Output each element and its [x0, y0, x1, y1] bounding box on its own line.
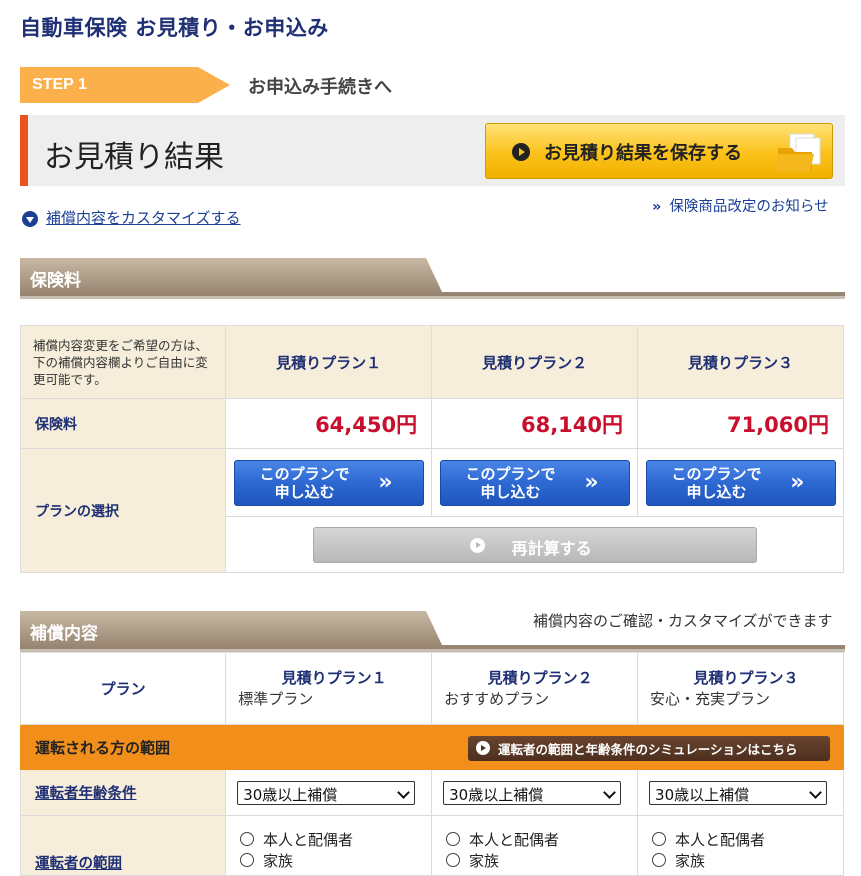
simulation-button[interactable]: 運転者の範囲と年齢条件のシミュレーションはこちら	[468, 736, 830, 761]
plan-subtitle: 標準プラン	[238, 690, 314, 708]
premium-table: 補償内容変更をご希望の方は、下の補償内容欄よりご自由に変更可能です。 見積りプラ…	[19, 325, 844, 573]
chevron-down-icon	[603, 785, 616, 799]
age-cell-1: 30歳以上補償	[225, 769, 433, 816]
radio-family-1[interactable]: 家族	[240, 850, 293, 871]
coverage-section-title: 補償内容	[30, 624, 98, 644]
premium-note: 補償内容変更をご希望の方は、下の補償内容欄よりご自由に変更可能です。	[19, 325, 227, 399]
save-estimate-button[interactable]: お見積り結果を保存する	[485, 123, 833, 179]
premium-section-title: 保険料	[30, 271, 81, 291]
apply-cell-3: このプランで 申し込む »	[637, 448, 844, 517]
apply-cell-1: このプランで 申し込む »	[225, 448, 433, 517]
radio-self-spouse-1[interactable]: 本人と配偶者	[240, 829, 353, 850]
section-tab-shape	[20, 258, 845, 299]
radio-icon	[652, 853, 666, 867]
apply-cell-2: このプランで 申し込む »	[431, 448, 639, 517]
radio-family-3[interactable]: 家族	[652, 850, 705, 871]
plan-header-3: 見積りプラン３	[637, 325, 844, 399]
apply-label-line1: このプランで	[259, 464, 350, 483]
notice-link-label: 保険商品改定のお知らせ	[669, 199, 829, 215]
age-select-value: 30歳以上補償	[243, 785, 338, 804]
coverage-plan-2: 見積りプラン２ おすすめプラン	[431, 652, 639, 725]
radio-icon	[240, 853, 254, 867]
customize-link-label: 補償内容をカスタマイズする	[46, 209, 241, 227]
apply-plan-1-button[interactable]: このプランで 申し込む »	[233, 459, 424, 506]
radio-icon	[652, 832, 666, 846]
result-title: お見積り結果	[44, 140, 224, 175]
plan-name: 見積りプラン１	[281, 669, 387, 687]
double-chevron-icon: »	[378, 469, 393, 495]
recalculate-button[interactable]: 再計算する	[312, 526, 757, 563]
notice-link[interactable]: » 保険商品改定のお知らせ	[652, 195, 829, 216]
coverage-plan-1: 見積りプラン１ 標準プラン	[225, 652, 433, 725]
plan-header-1: 見積りプラン１	[225, 325, 433, 399]
radio-label: 家族	[263, 852, 294, 870]
save-estimate-label: お見積り結果を保存する	[544, 143, 742, 164]
radio-label: 本人と配偶者	[675, 831, 766, 849]
play-icon	[476, 741, 490, 755]
apply-label-line2: 申し込む	[480, 482, 541, 501]
apply-label-line2: 申し込む	[686, 482, 747, 501]
double-chevron-icon: »	[790, 469, 805, 495]
radio-icon	[446, 853, 460, 867]
recalculate-label: 再計算する	[511, 538, 592, 558]
age-select-3[interactable]: 30歳以上補償	[649, 780, 828, 805]
age-select-value: 30歳以上補償	[655, 785, 750, 804]
premium-value-3: 71,060円	[637, 398, 844, 449]
radio-label: 家族	[469, 852, 500, 870]
chevron-down-icon	[22, 211, 38, 227]
step-text: お申込み手続きへ	[248, 77, 392, 98]
age-select-value: 30歳以上補償	[449, 785, 544, 804]
chevron-down-icon	[809, 785, 822, 799]
age-select-2[interactable]: 30歳以上補償	[443, 780, 622, 805]
premium-value-2: 68,140円	[431, 398, 639, 449]
plan-select-label: プランの選択	[19, 448, 227, 573]
plan-name: 見積りプラン３	[693, 669, 799, 687]
age-cell-3: 30歳以上補償	[637, 769, 844, 816]
plan-label: プラン	[19, 652, 227, 725]
play-icon	[469, 537, 485, 553]
premium-label: 保険料	[19, 398, 227, 449]
radio-self-spouse-2[interactable]: 本人と配偶者	[446, 829, 559, 850]
premium-value-1: 64,450円	[225, 398, 433, 449]
apply-plan-2-button[interactable]: このプランで 申し込む »	[439, 459, 630, 506]
apply-label-line2: 申し込む	[274, 482, 335, 501]
radio-self-spouse-3[interactable]: 本人と配偶者	[652, 829, 765, 850]
premium-section-header: 保険料	[20, 258, 845, 300]
chevron-down-icon	[397, 785, 411, 799]
apply-label-line1: このプランで	[465, 464, 556, 483]
simulation-button-label: 運転者の範囲と年齢条件のシミュレーションはこちら	[498, 742, 798, 757]
coverage-plan-3: 見積りプラン３ 安心・充実プラン	[637, 652, 844, 725]
recalc-cell: 再計算する	[225, 516, 844, 573]
coverage-note: 補償内容のご確認・カスタマイズができます	[533, 612, 833, 630]
double-chevron-icon: »	[584, 469, 599, 495]
driver-scope-link[interactable]: 運転者の範囲	[19, 815, 227, 876]
age-condition-link[interactable]: 運転者年齢条件	[19, 769, 227, 816]
radio-icon	[446, 832, 460, 846]
double-chevron-icon: »	[652, 199, 662, 215]
play-icon	[512, 143, 530, 161]
age-select-1[interactable]: 30歳以上補償	[237, 780, 416, 805]
radio-label: 本人と配偶者	[469, 831, 560, 849]
radio-label: 家族	[675, 852, 706, 870]
plan-header-2: 見積りプラン２	[431, 325, 639, 399]
radio-label: 本人と配偶者	[263, 831, 354, 849]
page-title: 自動車保険 お見積り・お申込み	[20, 16, 329, 40]
plan-name: 見積りプラン２	[487, 669, 593, 687]
step-label: STEP 1	[32, 76, 87, 93]
folder-icon	[778, 133, 821, 172]
age-cell-2: 30歳以上補償	[431, 769, 639, 816]
apply-label-line1: このプランで	[671, 464, 762, 483]
apply-plan-3-button[interactable]: このプランで 申し込む »	[645, 459, 836, 506]
radio-icon	[240, 832, 254, 846]
radio-family-2[interactable]: 家族	[446, 850, 499, 871]
plan-subtitle: 安心・充実プラン	[650, 690, 771, 708]
plan-subtitle: おすすめプラン	[444, 690, 550, 708]
